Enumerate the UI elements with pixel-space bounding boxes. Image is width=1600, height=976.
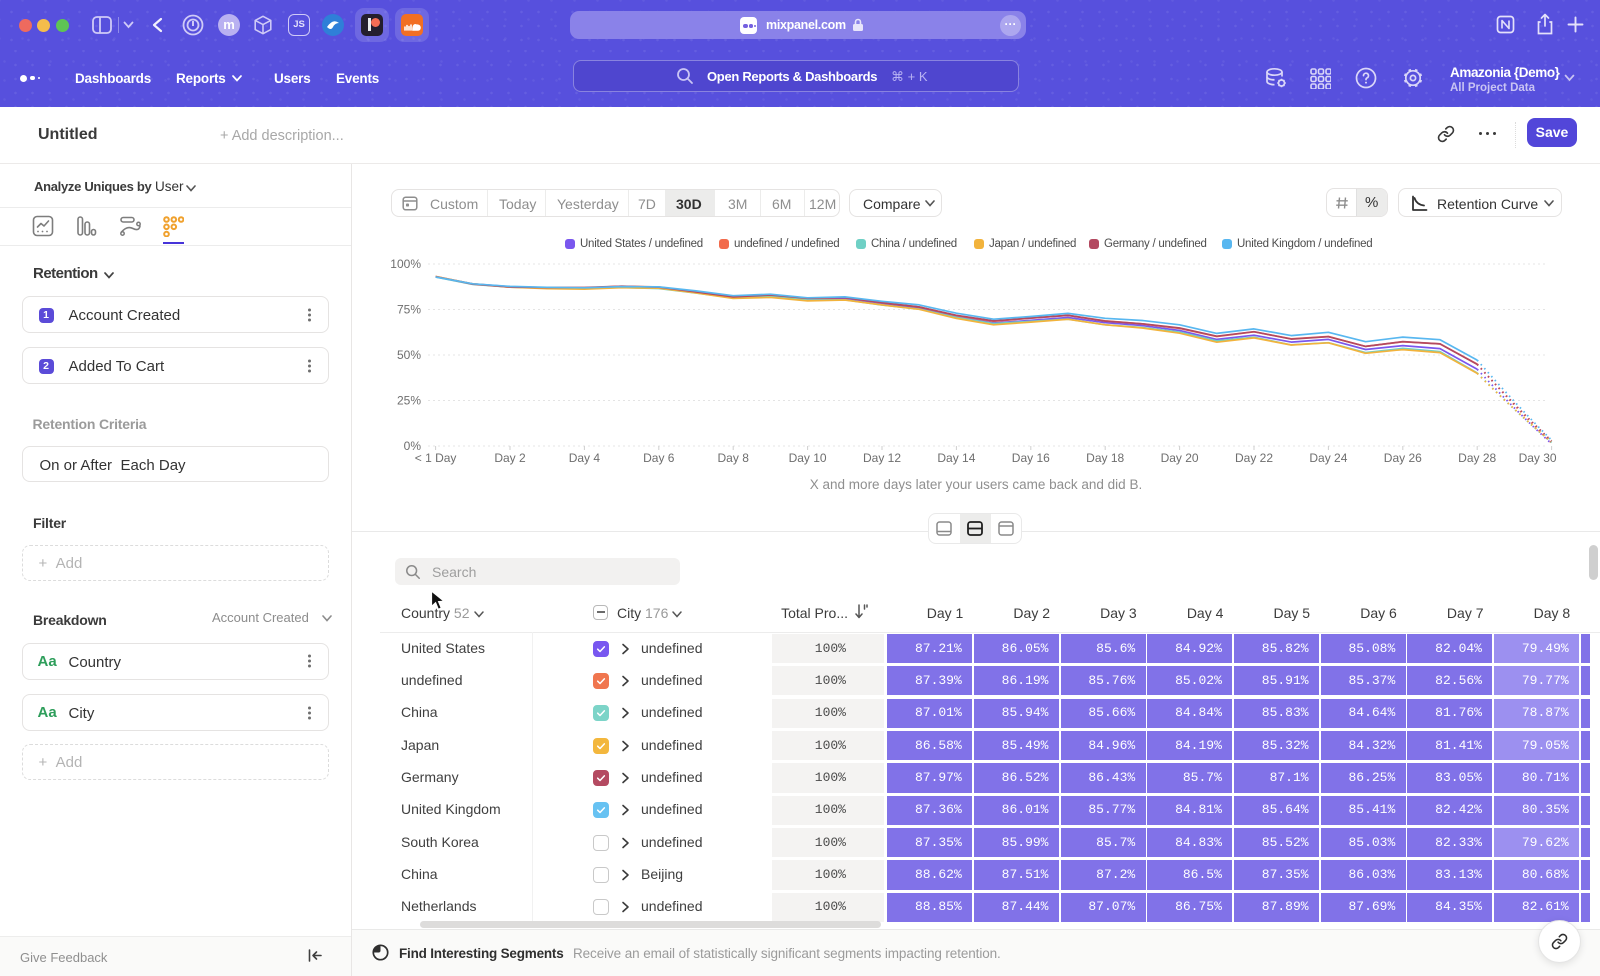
svg-text:Day 16: Day 16 <box>1012 451 1050 465</box>
svg-text:Day 28: Day 28 <box>1458 451 1496 465</box>
svg-text:Day 20: Day 20 <box>1161 451 1199 465</box>
svg-text:75%: 75% <box>397 303 421 317</box>
svg-text:Day 26: Day 26 <box>1384 451 1422 465</box>
svg-text:Day 22: Day 22 <box>1235 451 1273 465</box>
svg-text:Day 4: Day 4 <box>569 451 601 465</box>
svg-text:25%: 25% <box>397 394 421 408</box>
svg-text:Day 24: Day 24 <box>1309 451 1347 465</box>
svg-text:Day 30: Day 30 <box>1519 451 1557 465</box>
svg-text:Day 14: Day 14 <box>937 451 975 465</box>
svg-text:Day 2: Day 2 <box>494 451 526 465</box>
svg-text:Day 12: Day 12 <box>863 451 901 465</box>
svg-text:< 1 Day: < 1 Day <box>415 451 457 465</box>
svg-text:Day 10: Day 10 <box>789 451 827 465</box>
svg-text:Day 8: Day 8 <box>718 451 750 465</box>
svg-text:Day 6: Day 6 <box>643 451 675 465</box>
svg-text:Day 18: Day 18 <box>1086 451 1124 465</box>
svg-text:50%: 50% <box>397 348 421 362</box>
svg-text:100%: 100% <box>390 257 421 271</box>
